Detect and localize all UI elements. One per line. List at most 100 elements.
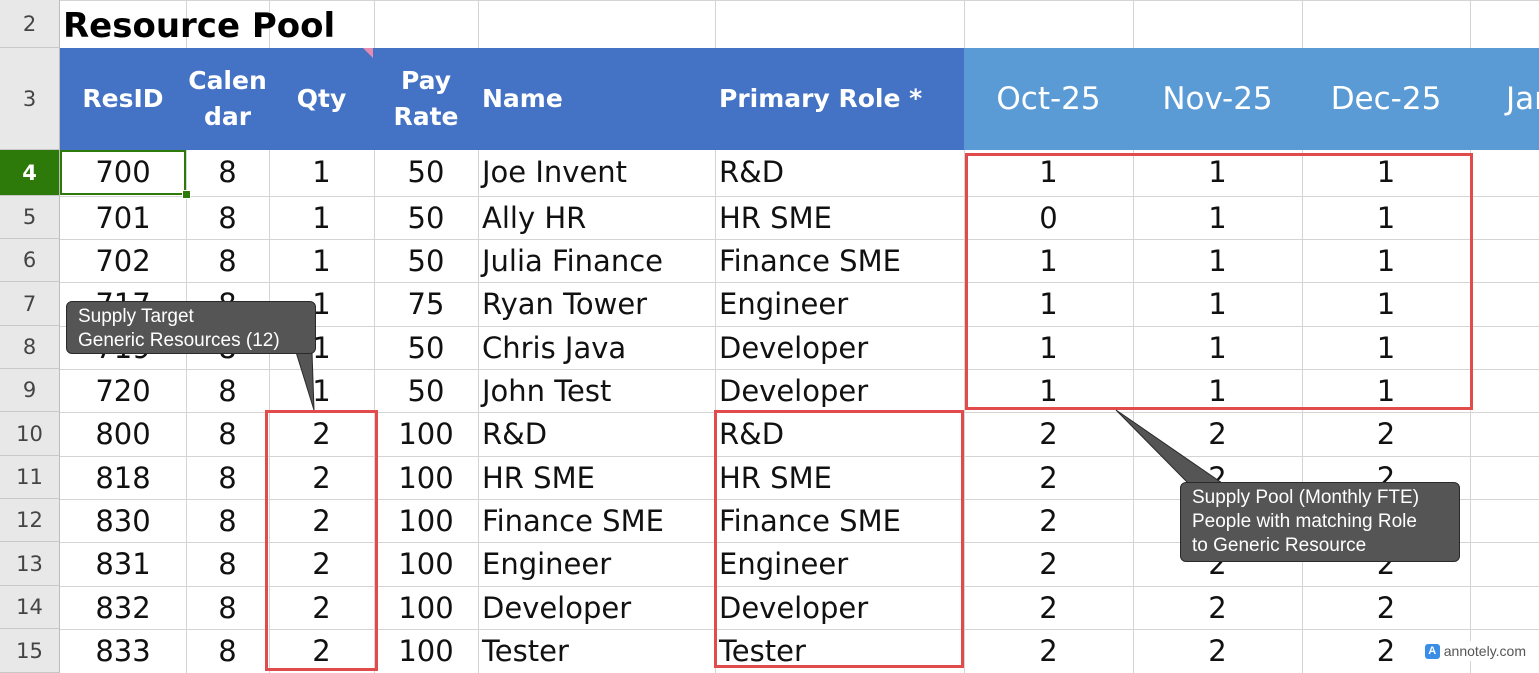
cell-calendar[interactable]: 8 bbox=[186, 542, 269, 585]
cell-oct[interactable]: 2 bbox=[964, 586, 1133, 629]
cell-role[interactable]: Developer bbox=[715, 326, 964, 369]
cell-calendar[interactable]: 8 bbox=[186, 196, 269, 239]
cell-role[interactable]: Developer bbox=[715, 369, 964, 412]
annotely-logo-icon: A bbox=[1424, 643, 1440, 659]
cell-payrate[interactable]: 100 bbox=[374, 629, 478, 672]
cell-calendar[interactable]: 8 bbox=[186, 629, 269, 672]
cell-calendar[interactable]: 8 bbox=[186, 412, 269, 455]
cell-name[interactable]: R&D bbox=[478, 412, 715, 455]
cell-qty[interactable]: 1 bbox=[269, 150, 374, 193]
cell-payrate[interactable]: 100 bbox=[374, 542, 478, 585]
cell-name[interactable]: Tester bbox=[478, 629, 715, 672]
row-header-12[interactable]: 12 bbox=[0, 499, 60, 542]
column-header-calendar[interactable]: Calen dar bbox=[186, 48, 269, 150]
column-header-resid[interactable]: ResID bbox=[60, 48, 186, 150]
cell-name[interactable]: Julia Finance bbox=[478, 239, 715, 282]
row-header-5[interactable]: 5 bbox=[0, 196, 60, 239]
cell-payrate[interactable]: 50 bbox=[374, 196, 478, 239]
gridline-v bbox=[964, 0, 965, 48]
cell-calendar[interactable]: 8 bbox=[186, 239, 269, 282]
cell-name[interactable]: Engineer bbox=[478, 542, 715, 585]
row-header-11[interactable]: 11 bbox=[0, 456, 60, 499]
row-header-3[interactable]: 3 bbox=[0, 48, 60, 150]
callout-supply-target-line: Supply Target bbox=[78, 306, 194, 327]
cell-name[interactable]: Developer bbox=[478, 586, 715, 629]
cell-resid[interactable]: 831 bbox=[60, 542, 186, 585]
gridline-v bbox=[374, 0, 375, 48]
cell-role[interactable]: Engineer bbox=[715, 282, 964, 325]
cell-name[interactable]: Ally HR bbox=[478, 196, 715, 239]
column-header-jan[interactable]: Jan bbox=[1470, 48, 1539, 150]
cell-name[interactable]: Joe Invent bbox=[478, 150, 715, 193]
cell-calendar[interactable]: 8 bbox=[186, 369, 269, 412]
cell-dec[interactable]: 2 bbox=[1302, 586, 1470, 629]
cell-calendar[interactable]: 8 bbox=[186, 586, 269, 629]
cell-calendar[interactable]: 8 bbox=[186, 499, 269, 542]
cell-nov[interactable]: 2 bbox=[1133, 586, 1302, 629]
cell-resid[interactable]: 818 bbox=[60, 456, 186, 499]
cell-resid[interactable]: 830 bbox=[60, 499, 186, 542]
cell-oct[interactable]: 2 bbox=[964, 499, 1133, 542]
row-header-13[interactable]: 13 bbox=[0, 542, 60, 586]
cell-resid[interactable]: 701 bbox=[60, 196, 186, 239]
callout-supply-pool-line: People with matching Role bbox=[1192, 511, 1417, 532]
row-header-9[interactable]: 9 bbox=[0, 369, 60, 412]
cell-name[interactable]: Chris Java bbox=[478, 326, 715, 369]
cell-role[interactable]: HR SME bbox=[715, 196, 964, 239]
cell-role[interactable]: R&D bbox=[715, 150, 964, 193]
cell-qty[interactable]: 1 bbox=[269, 196, 374, 239]
row-header-15[interactable]: 15 bbox=[0, 629, 60, 673]
redbox-monthly-fte bbox=[965, 153, 1473, 410]
column-header-qty[interactable]: Qty bbox=[269, 48, 374, 150]
comment-indicator-icon[interactable] bbox=[363, 48, 373, 58]
row-header-4[interactable]: 4 bbox=[0, 150, 60, 196]
cell-name[interactable]: Ryan Tower bbox=[478, 282, 715, 325]
column-header-payrate[interactable]: Pay Rate bbox=[374, 48, 478, 150]
cell-oct[interactable]: 2 bbox=[964, 456, 1133, 499]
row-header-14[interactable]: 14 bbox=[0, 586, 60, 629]
gridline-v bbox=[1133, 0, 1134, 48]
column-header-oct[interactable]: Oct-25 bbox=[964, 48, 1133, 150]
column-header-nov[interactable]: Nov-25 bbox=[1133, 48, 1302, 150]
cell-name[interactable]: John Test bbox=[478, 369, 715, 412]
cell-oct[interactable]: 2 bbox=[964, 629, 1133, 672]
cell-qty[interactable]: 1 bbox=[269, 369, 374, 412]
cell-dec[interactable]: 2 bbox=[1302, 412, 1470, 455]
cell-resid[interactable]: 720 bbox=[60, 369, 186, 412]
active-cell-selection[interactable] bbox=[60, 150, 186, 195]
cell-payrate[interactable]: 100 bbox=[374, 586, 478, 629]
cell-nov[interactable]: 2 bbox=[1133, 412, 1302, 455]
callout-supply-target-line: Generic Resources (12) bbox=[78, 330, 280, 351]
cell-resid[interactable]: 800 bbox=[60, 412, 186, 455]
cell-payrate[interactable]: 50 bbox=[374, 369, 478, 412]
fill-handle[interactable] bbox=[182, 190, 191, 199]
cell-name[interactable]: HR SME bbox=[478, 456, 715, 499]
cell-calendar[interactable]: 8 bbox=[186, 456, 269, 499]
row-header-2[interactable]: 2 bbox=[0, 0, 60, 48]
gridline-v bbox=[1302, 0, 1303, 48]
cell-qty[interactable]: 1 bbox=[269, 239, 374, 282]
cell-payrate[interactable]: 100 bbox=[374, 456, 478, 499]
row-header-10[interactable]: 10 bbox=[0, 412, 60, 456]
cell-calendar[interactable]: 8 bbox=[186, 150, 269, 193]
cell-payrate[interactable]: 100 bbox=[374, 499, 478, 542]
cell-oct[interactable]: 2 bbox=[964, 542, 1133, 585]
column-header-dec[interactable]: Dec-25 bbox=[1302, 48, 1470, 150]
row-header-6[interactable]: 6 bbox=[0, 239, 60, 282]
column-header-name[interactable]: Name bbox=[478, 48, 715, 150]
cell-payrate[interactable]: 50 bbox=[374, 150, 478, 193]
cell-resid[interactable]: 833 bbox=[60, 629, 186, 672]
cell-payrate[interactable]: 100 bbox=[374, 412, 478, 455]
cell-resid[interactable]: 832 bbox=[60, 586, 186, 629]
column-header-role[interactable]: Primary Role * bbox=[715, 48, 964, 150]
cell-oct[interactable]: 2 bbox=[964, 412, 1133, 455]
cell-payrate[interactable]: 75 bbox=[374, 282, 478, 325]
cell-name[interactable]: Finance SME bbox=[478, 499, 715, 542]
cell-payrate[interactable]: 50 bbox=[374, 326, 478, 369]
cell-role[interactable]: Finance SME bbox=[715, 239, 964, 282]
row-header-7[interactable]: 7 bbox=[0, 282, 60, 326]
cell-payrate[interactable]: 50 bbox=[374, 239, 478, 282]
row-header-8[interactable]: 8 bbox=[0, 326, 60, 369]
cell-nov[interactable]: 2 bbox=[1133, 629, 1302, 672]
cell-resid[interactable]: 702 bbox=[60, 239, 186, 282]
